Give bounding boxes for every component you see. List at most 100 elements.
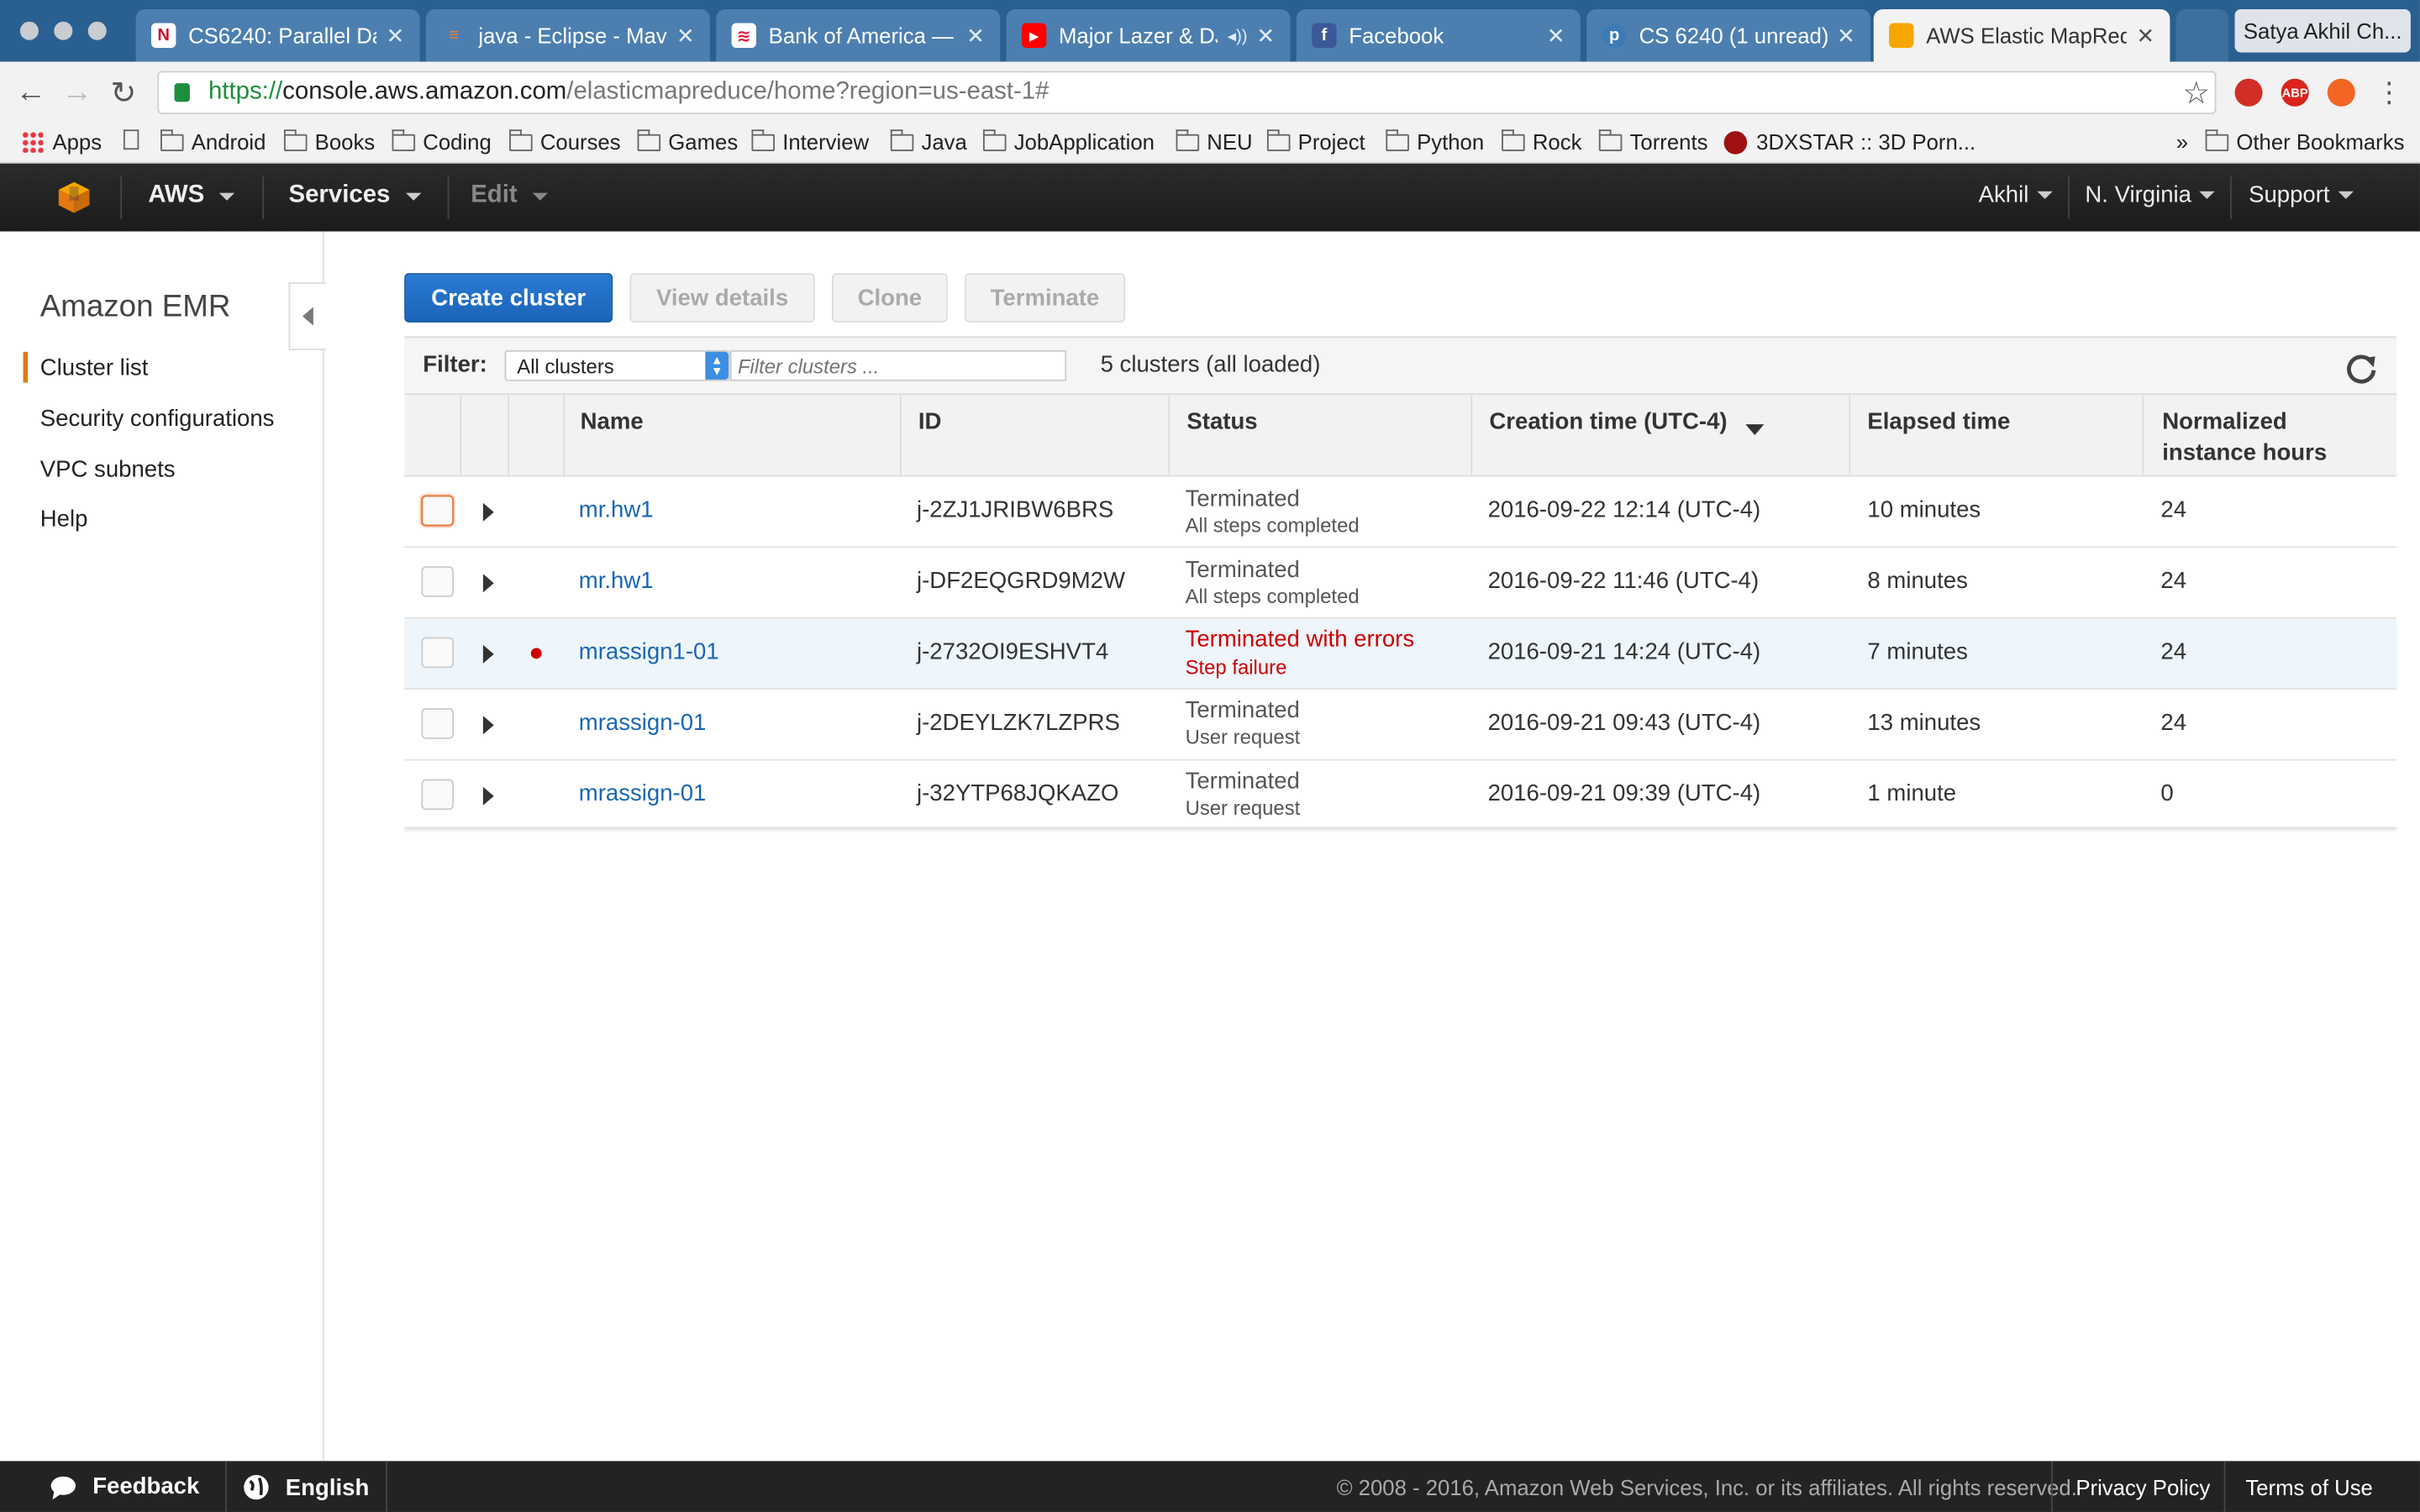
bookmark-folder-other[interactable]: Other Bookmarks	[2204, 129, 2404, 155]
aws-cube-logo-icon[interactable]	[55, 179, 92, 216]
row-checkbox[interactable]	[421, 566, 454, 597]
page-icon[interactable]	[123, 129, 139, 150]
tab-youtube[interactable]: ▶ Major Lazer & DJ ◂)) ✕	[1006, 9, 1291, 62]
filter-clusters-input[interactable]	[729, 349, 1067, 381]
bookmark-folder-interview[interactable]: Interview	[750, 129, 869, 155]
bookmark-folder-courses[interactable]: Courses	[508, 129, 621, 155]
sidebar-item-help[interactable]: Help	[40, 506, 88, 532]
tab-aws-emr[interactable]: AWS Elastic MapRed ✕	[1873, 9, 2170, 62]
profile-button[interactable]: Satya Akhil Ch...	[2234, 9, 2411, 53]
folder-icon	[1385, 129, 1409, 151]
cluster-name-link[interactable]: mr.hw1	[579, 496, 654, 522]
close-tab-icon[interactable]: ✕	[676, 23, 695, 49]
expand-row-icon[interactable]	[482, 786, 494, 806]
bookmark-folder-python[interactable]: Python	[1385, 129, 1484, 155]
close-tab-icon[interactable]: ✕	[2136, 23, 2154, 49]
bookmark-folder-project[interactable]: Project	[1266, 129, 1365, 155]
extension-orange-icon[interactable]	[2327, 78, 2355, 107]
chevron-down-icon	[405, 192, 422, 200]
chrome-menu-icon[interactable]: ⋮	[2370, 74, 2407, 111]
bookmark-folder-neu[interactable]: NEU	[1175, 129, 1253, 155]
bookmark-folder-android[interactable]: Android	[160, 129, 266, 155]
column-header-normalized-instance-hours[interactable]: Normalized instance hours	[2162, 407, 2327, 469]
cluster-filter-select[interactable]: All clusters ▲ ▼	[504, 349, 730, 381]
bookmark-folder-coding[interactable]: Coding	[391, 129, 492, 155]
sidebar-item-security-configurations[interactable]: Security configurations	[40, 406, 275, 432]
feedback-link[interactable]: Feedback	[50, 1473, 199, 1499]
back-icon[interactable]: ←	[13, 74, 50, 111]
expand-row-icon[interactable]	[482, 574, 494, 593]
bookmark-folder-torrents[interactable]: Torrents	[1597, 129, 1707, 155]
collapse-sidebar-button[interactable]	[288, 282, 326, 350]
bookmark-apps[interactable]: Apps	[21, 129, 102, 155]
support-menu[interactable]: Support	[2249, 182, 2354, 208]
refresh-icon[interactable]	[2344, 352, 2378, 386]
cluster-name-link[interactable]: mr.hw1	[579, 568, 654, 594]
maximize-window-icon[interactable]	[87, 21, 107, 40]
tab-cs6240[interactable]: N CS6240: Parallel Dat ✕	[135, 9, 420, 62]
expand-row-icon[interactable]	[482, 502, 494, 522]
cluster-name-link[interactable]: mrassign-01	[579, 710, 707, 736]
sidebar-item-vpc-subnets[interactable]: VPC subnets	[40, 457, 176, 483]
bookmark-folder-java[interactable]: Java	[889, 129, 967, 155]
reload-icon[interactable]: ↻	[105, 74, 142, 111]
new-tab-button[interactable]	[2175, 9, 2229, 62]
bookmark-folder-books[interactable]: Books	[283, 129, 375, 155]
bookmark-folder-jobapplication[interactable]: JobApplication	[982, 129, 1155, 155]
tab-bofa[interactable]: ≋ Bank of America — B ✕	[716, 9, 1001, 62]
minimize-window-icon[interactable]	[54, 21, 73, 40]
create-cluster-button[interactable]: Create cluster	[404, 273, 613, 323]
bookmark-folder-games[interactable]: Games	[636, 129, 738, 155]
close-tab-icon[interactable]: ✕	[387, 23, 405, 49]
row-checkbox[interactable]	[421, 708, 454, 739]
folder-icon	[2204, 129, 2229, 151]
bookmark-folder-rock[interactable]: Rock	[1501, 129, 1581, 155]
row-checkbox[interactable]	[421, 779, 454, 811]
column-header-creation-time[interactable]: Creation time (UTC-4)	[1489, 407, 1765, 438]
close-tab-icon[interactable]: ✕	[1547, 23, 1565, 49]
language-selector[interactable]: English	[242, 1473, 369, 1501]
table-row[interactable]	[404, 548, 2397, 619]
services-menu[interactable]: Services	[288, 182, 422, 210]
apps-grid-icon	[21, 131, 44, 153]
forward-icon[interactable]: →	[59, 74, 96, 111]
folder-icon	[889, 129, 914, 151]
speaker-icon[interactable]: ◂))	[1228, 25, 1248, 45]
row-checkbox[interactable]	[421, 495, 454, 527]
expand-row-icon[interactable]	[482, 716, 494, 735]
close-tab-icon[interactable]: ✕	[1837, 23, 1855, 49]
adblock-plus-icon[interactable]: ABP	[2281, 78, 2309, 107]
bookmark-3dxstar[interactable]: 3DXSTAR :: 3D Porn...	[1723, 129, 1975, 155]
cluster-name-link[interactable]: mrassign1-01	[579, 638, 719, 664]
region-menu[interactable]: N. Virginia	[2085, 182, 2215, 208]
table-row[interactable]	[404, 476, 2397, 549]
address-bar[interactable]: https://console.aws.amazon.com/elasticma…	[157, 71, 2217, 114]
cluster-name-link[interactable]: mrassign-01	[579, 780, 707, 806]
terms-of-use-link[interactable]: Terms of Use	[2245, 1475, 2372, 1499]
column-divider	[1849, 395, 1851, 475]
view-details-button[interactable]: View details	[629, 273, 815, 323]
terminate-button[interactable]: Terminate	[964, 273, 1125, 323]
column-header-elapsed-time[interactable]: Elapsed time	[1867, 407, 2010, 438]
close-tab-icon[interactable]: ✕	[966, 23, 985, 49]
bookmark-star-icon[interactable]: ☆	[2182, 74, 2210, 113]
tab-eclipse[interactable]: ≡ java - Eclipse - Mave ✕	[425, 9, 710, 62]
tab-facebook[interactable]: f Facebook ✕	[1296, 9, 1581, 62]
lastpass-icon[interactable]	[2234, 78, 2263, 107]
creation-time: 2016-09-21 14:24 (UTC-4)	[1487, 638, 1761, 665]
clone-button[interactable]: Clone	[831, 273, 948, 323]
expand-row-icon[interactable]	[482, 644, 494, 664]
edit-menu[interactable]: Edit	[471, 182, 549, 210]
privacy-policy-link[interactable]: Privacy Policy	[2075, 1475, 2210, 1499]
tab-piazza[interactable]: p CS 6240 (1 unread) ✕	[1586, 9, 1871, 62]
sidebar-item-cluster-list[interactable]: Cluster list	[40, 354, 149, 381]
row-checkbox[interactable]	[421, 637, 454, 669]
close-tab-icon[interactable]: ✕	[1257, 23, 1276, 49]
aws-menu[interactable]: AWS	[148, 182, 236, 210]
column-header-name[interactable]: Name	[581, 407, 644, 438]
column-header-status[interactable]: Status	[1186, 407, 1257, 438]
column-header-id[interactable]: ID	[918, 407, 942, 438]
bookmarks-overflow-icon[interactable]: »	[2176, 129, 2188, 154]
close-window-icon[interactable]	[19, 21, 39, 40]
account-menu[interactable]: Akhil	[1979, 182, 2052, 208]
